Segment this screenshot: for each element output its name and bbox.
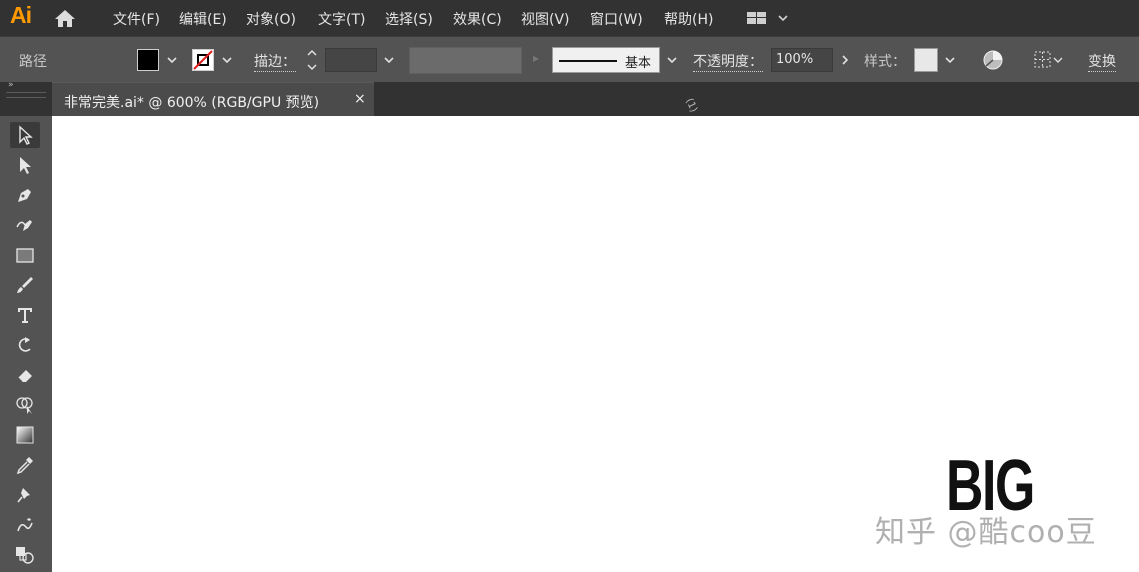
curvature-tool[interactable] [10, 212, 40, 238]
menu-select[interactable]: 选择(S) [385, 9, 433, 29]
fill-stroke-icon [16, 547, 34, 564]
selection-tool[interactable] [10, 122, 40, 148]
menu-effect[interactable]: 效果(C) [453, 9, 502, 29]
brush-icon [17, 277, 33, 293]
arrow-separator-icon: ▸ [533, 51, 540, 65]
menu-help[interactable]: 帮助(H) [664, 9, 713, 29]
pen-icon [18, 189, 31, 202]
tools-panel [0, 116, 52, 572]
graphic-style-swatch[interactable] [914, 48, 938, 72]
brush-stroke-preview [559, 60, 617, 62]
type-tool[interactable] [10, 302, 40, 328]
menu-type[interactable]: 文字(T) [318, 9, 365, 29]
rotate-icon [18, 337, 31, 352]
symbol-sprayer-icon [17, 518, 33, 532]
home-icon[interactable] [54, 9, 76, 28]
close-icon[interactable]: × [354, 91, 366, 107]
menu-view[interactable]: 视图(V) [521, 9, 570, 29]
gradient-tool[interactable] [10, 422, 40, 448]
opacity-value: 100% [776, 52, 814, 67]
paintbrush-tool[interactable] [10, 272, 40, 298]
gradient-icon [16, 426, 34, 444]
recolor-artwork-icon[interactable] [982, 49, 1004, 71]
rotate-tool[interactable] [10, 332, 40, 358]
document-tab-title: 非常完美.ai* @ 600% (RGB/GPU 预览) [64, 95, 320, 111]
watermark-text: 知乎 @酷coo豆 [875, 515, 1097, 550]
curvature-pen-icon [16, 220, 32, 231]
chevron-down-icon[interactable] [665, 53, 679, 67]
direct-selection-tool[interactable] [10, 152, 40, 178]
menu-edit[interactable]: 编辑(E) [179, 9, 227, 29]
direct-selection-arrow-icon [20, 157, 31, 174]
style-label: 样式： [864, 54, 906, 70]
symbol-sprayer-tool[interactable] [10, 512, 40, 538]
puppet-warp-tool[interactable] [10, 482, 40, 508]
workspace-switcher-icon[interactable] [746, 10, 792, 26]
menu-window[interactable]: 窗口(W) [590, 9, 643, 29]
eraser-tool[interactable] [10, 362, 40, 388]
no-stroke-icon [193, 50, 213, 70]
toolbar-grip[interactable] [6, 92, 46, 98]
chevron-down-icon[interactable] [943, 53, 957, 67]
variable-width-profile[interactable] [409, 47, 522, 74]
chevron-down-icon[interactable] [165, 53, 179, 67]
document-tab[interactable]: 非常完美.ai* @ 600% (RGB/GPU 预览) × [52, 82, 374, 116]
selection-type-label: 路径 [19, 54, 47, 70]
chevron-right-icon[interactable] [838, 53, 852, 67]
eyedropper-tool[interactable] [10, 452, 40, 478]
menu-bar: Ai 文件(F) 编辑(E) 对象(O) 文字(T) 选择(S) 效果(C) 视… [0, 0, 1139, 36]
opacity-label[interactable]: 不透明度： [693, 51, 763, 72]
shape-builder-tool[interactable] [10, 392, 40, 418]
shape-builder-icon [16, 397, 33, 414]
brush-definition[interactable]: 基本 [552, 47, 660, 73]
collapse-panels-icon[interactable]: » [8, 80, 14, 90]
stroke-label[interactable]: 描边： [254, 51, 296, 72]
rectangle-tool[interactable] [10, 242, 40, 268]
fill-stroke-swatches[interactable] [10, 542, 40, 568]
stroke-weight-input[interactable] [325, 48, 377, 72]
pin-icon [17, 488, 30, 503]
chevron-down-icon[interactable] [220, 53, 234, 67]
stroke-stepper-icon[interactable] [305, 47, 319, 73]
align-grid-icon[interactable] [1033, 50, 1065, 70]
menu-object[interactable]: 对象(O) [246, 9, 296, 29]
type-icon [18, 308, 32, 323]
selection-arrow-icon [19, 125, 33, 145]
fill-swatch[interactable] [137, 49, 159, 71]
pen-tool[interactable] [10, 182, 40, 208]
eyedropper-icon [16, 457, 33, 475]
control-bar: 路径 描边： ▸ 基本 不透明度： 100% 样式： 变换 [0, 36, 1139, 83]
app-logo: Ai [10, 2, 32, 28]
transform-button[interactable]: 变换 [1088, 51, 1116, 72]
rectangle-icon [16, 248, 34, 263]
eraser-icon [17, 370, 32, 383]
brush-label: 基本 [625, 56, 652, 71]
menu-file[interactable]: 文件(F) [113, 9, 160, 29]
opacity-input[interactable]: 100% [771, 48, 833, 72]
stroke-swatch[interactable] [192, 49, 214, 71]
chevron-down-icon[interactable] [382, 53, 396, 67]
